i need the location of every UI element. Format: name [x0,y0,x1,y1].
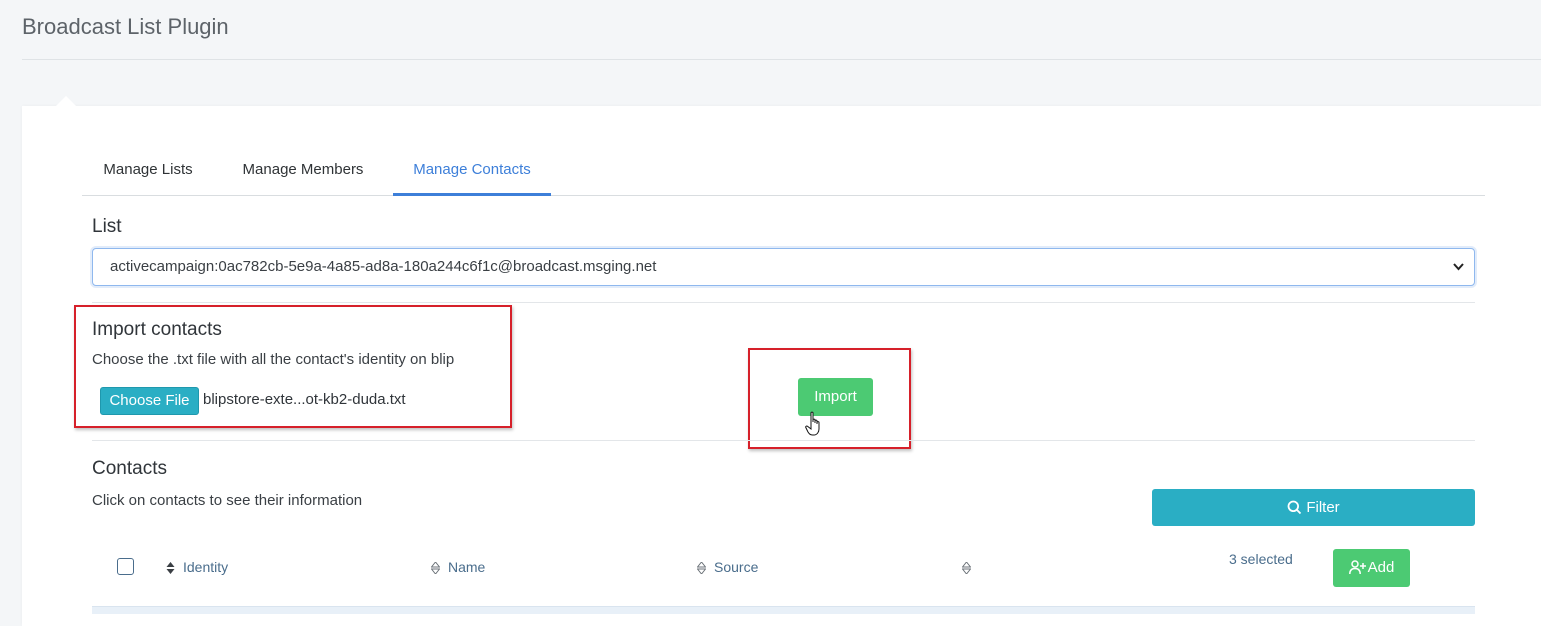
sort-icon [962,562,971,575]
add-user-icon [1348,560,1366,575]
column-label: Name [448,559,486,575]
select-all-checkbox[interactable] [117,558,134,575]
tab-manage-lists[interactable]: Manage Lists [102,146,194,196]
list-label: List [92,216,122,237]
column-header-source[interactable]: Source [697,559,758,575]
column-header-unnamed[interactable] [962,559,979,575]
card-pointer [56,96,76,106]
search-icon [1287,500,1302,515]
divider [92,302,1475,303]
selected-count: 3 selected [1229,551,1293,567]
tab-bar: Manage Lists Manage Members Manage Conta… [82,146,1485,196]
list-select-value: activecampaign:0ac782cb-5e9a-4a85-ad8a-1… [110,258,657,275]
chevron-down-icon [1453,249,1464,300]
filter-button-label: Filter [1306,499,1340,516]
column-label: Identity [183,559,229,575]
highlight-box-import-contacts [74,305,512,428]
table-row[interactable] [92,606,1475,614]
hand-cursor-icon [805,411,820,436]
sort-icon [166,562,175,575]
tab-manage-members[interactable]: Manage Members [242,146,364,196]
page-title: Broadcast List Plugin [22,14,229,39]
title-divider [22,59,1541,60]
add-contact-button[interactable]: Add [1333,549,1410,587]
tab-manage-contacts[interactable]: Manage Contacts [393,146,551,196]
highlight-box-import-button [748,348,911,449]
contacts-help-text: Click on contacts to see their informati… [92,492,363,509]
contacts-title: Contacts [92,458,167,479]
column-label: Source [714,559,759,575]
divider [92,440,1475,441]
sort-icon [431,562,440,575]
list-select[interactable]: activecampaign:0ac782cb-5e9a-4a85-ad8a-1… [92,248,1475,286]
column-header-identity[interactable]: Identity [166,559,228,575]
sort-icon [697,562,706,575]
filter-button[interactable]: Filter [1152,489,1475,526]
add-button-label: Add [1367,559,1395,576]
column-header-name[interactable]: Name [431,559,485,575]
